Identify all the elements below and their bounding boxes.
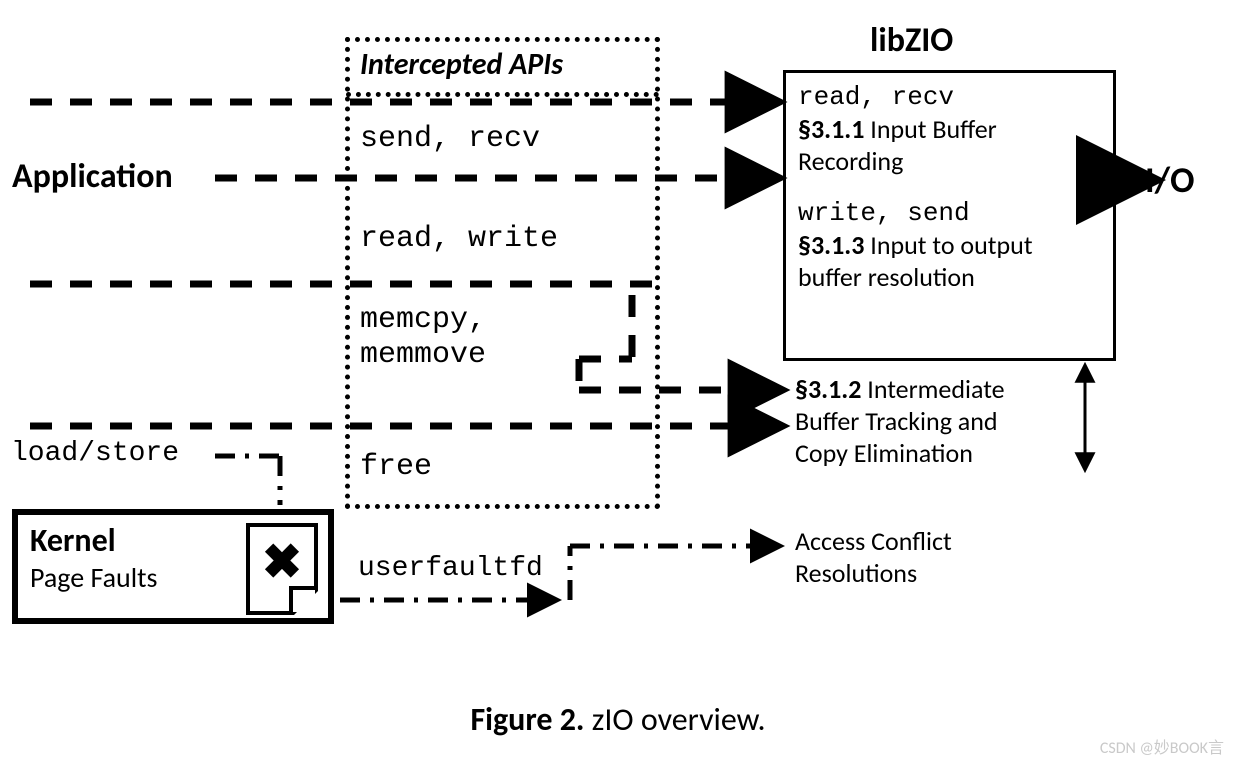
libzio-title: libZIO (870, 20, 953, 61)
apis-divider (346, 92, 659, 97)
api-read-write: read, write (360, 222, 558, 256)
zio-write-send: write, send (798, 197, 1101, 229)
conflict-line2: Resolutions (795, 557, 952, 589)
api-send-recv: send, recv (360, 122, 540, 156)
application-label: Application (12, 156, 173, 197)
zio-313-sec: §3.1.3 (798, 229, 864, 261)
zio-read-recv: read, recv (798, 81, 1101, 113)
api-memmove: memmove (360, 338, 486, 372)
conflict-line1: Access Conflict (795, 525, 952, 557)
access-conflict-text: Access Conflict Resolutions (795, 525, 952, 589)
load-store-label: load/store (11, 438, 179, 469)
api-free: free (360, 450, 432, 484)
figure-number: Figure 2. (470, 700, 584, 739)
tracking-sec: §3.1.2 (795, 373, 861, 405)
diagram-stage: Application Intercepted APIs send, recv … (0, 0, 1236, 766)
zio-311: §3.1.1 Input Buffer Recording (798, 113, 1101, 177)
x-icon: ✖ (262, 538, 302, 586)
api-memcpy: memcpy, (360, 303, 486, 337)
tracking-line3: Copy Elimination (795, 437, 1125, 469)
figure-caption-text: zIO overview. (592, 700, 766, 739)
zio-311-sec: §3.1.1 (798, 113, 864, 145)
tracking-line1: Intermediate (867, 373, 1004, 405)
kernel-box: Kernel Page Faults ✖ (12, 509, 334, 624)
libzio-box: read, recv §3.1.1 Input Buffer Recording… (783, 70, 1116, 361)
page-fault-icon: ✖ (246, 523, 318, 615)
watermark: CSDN @妙BOOK言 (1100, 734, 1224, 758)
tracking-text: §3.1.2 Intermediate Buffer Tracking and … (795, 373, 1125, 469)
intercepted-apis-box (345, 37, 660, 509)
zio-313: §3.1.3 Input to output buffer resolution (798, 229, 1101, 293)
io-label: I/O (1145, 158, 1194, 202)
intercepted-apis-title: Intercepted APIs (360, 46, 563, 83)
tracking-line2: Buffer Tracking and (795, 405, 1125, 437)
userfaultfd-label: userfaultfd (358, 553, 543, 584)
figure-caption: Figure 2. zIO overview. (0, 700, 1236, 739)
